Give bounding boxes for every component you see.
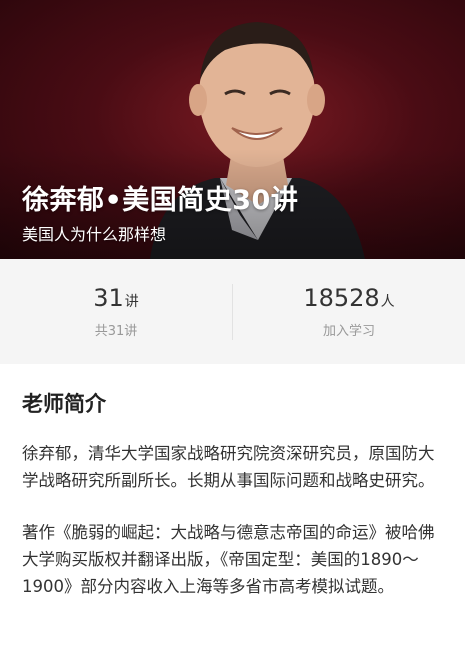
- course-subtitle: 美国人为什么那样想: [22, 225, 167, 244]
- course-stats: 31讲 共31讲 18528人 加入学习: [0, 259, 465, 364]
- learner-count-unit: 人: [380, 294, 395, 310]
- course-hero: 徐奔郁•美国简史30讲 美国人为什么那样想: [0, 0, 465, 259]
- course-title: 徐奔郁•美国简史30讲: [22, 185, 299, 216]
- learner-count-stat: 18528人 加入学习: [233, 284, 465, 339]
- instructor-intro-section: 老师简介 徐弃郁，清华大学国家战略研究院资深研究员，原国防大学战略研究所副所长。…: [0, 388, 465, 600]
- intro-paragraph: 著作《脆弱的崛起：大战略与德意志帝国的命运》被哈佛大学购买版权并翻译出版，《帝国…: [22, 523, 435, 596]
- lecture-count-number: 31: [93, 284, 124, 312]
- lecture-count-unit: 讲: [124, 294, 139, 310]
- learner-count-label: 加入学习: [322, 324, 375, 339]
- intro-paragraph: 徐弃郁，清华大学国家战略研究院资深研究员，原国防大学战略研究所副所长。长期从事国…: [22, 444, 435, 490]
- lecture-count-stat: 31讲 共31讲: [0, 284, 232, 339]
- learner-count-number: 18528: [303, 284, 380, 312]
- section-heading: 老师简介: [22, 392, 106, 416]
- lecture-count-label: 共31讲: [94, 324, 138, 339]
